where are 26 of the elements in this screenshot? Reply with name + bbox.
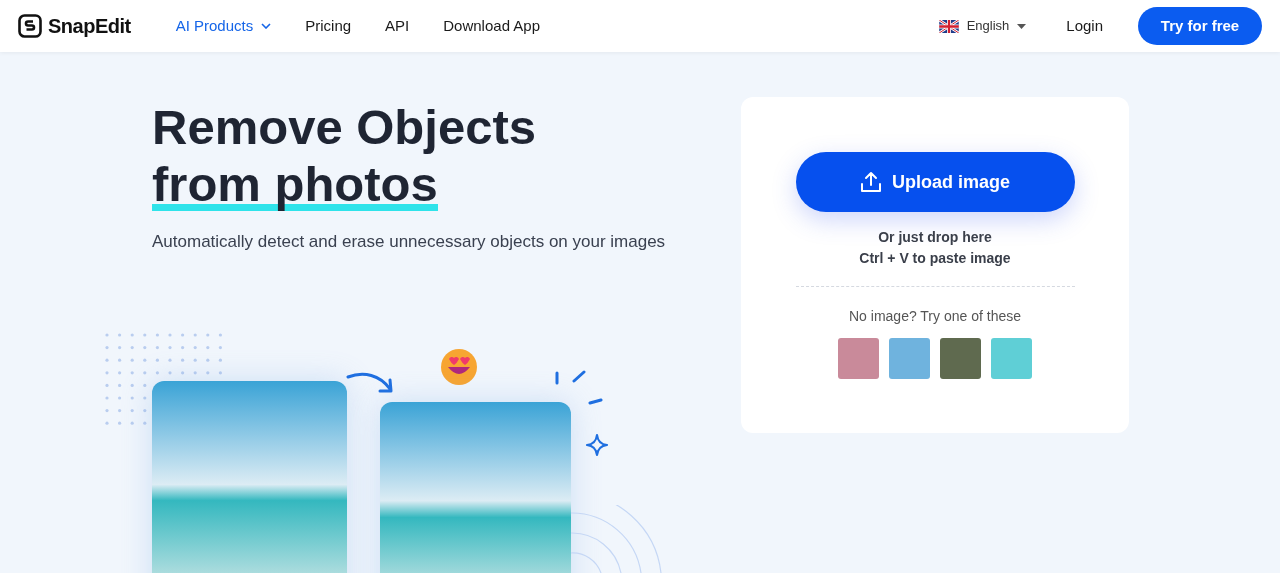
drop-hint: Or just drop here: [878, 228, 992, 247]
sparkle-star-icon: [585, 433, 609, 457]
upload-icon: [860, 171, 882, 193]
samples-label: No image? Try one of these: [849, 307, 1021, 326]
try-for-free-button[interactable]: Try for free: [1138, 7, 1262, 45]
uk-flag-icon: [938, 19, 959, 33]
sample-thumbnail[interactable]: [940, 338, 981, 379]
upload-image-button[interactable]: Upload image: [795, 152, 1075, 212]
sample-thumbnail[interactable]: [991, 338, 1032, 379]
logo-icon: [18, 14, 42, 38]
nav-link[interactable]: AI Products: [175, 14, 272, 38]
logo-text[interactable]: SnapEdit: [48, 11, 131, 41]
nav-link[interactable]: API: [385, 14, 410, 38]
nav-link[interactable]: Download App: [443, 14, 540, 38]
nav-link[interactable]: Pricing: [305, 14, 352, 38]
hero-title: Remove Objects: [152, 99, 536, 156]
login-link[interactable]: Login: [1066, 14, 1103, 38]
hero-subtitle: Automatically detect and erase unnecessary objects on your images: [152, 231, 667, 253]
chevron-down-icon: [261, 23, 272, 29]
caret-icon: [1017, 23, 1027, 29]
language-selector[interactable]: English: [938, 16, 1027, 36]
sample-thumbnail[interactable]: [838, 338, 879, 379]
emoji-icon: [440, 348, 478, 386]
sample-thumbnail[interactable]: [889, 338, 930, 379]
drop-hint: Ctrl + V to paste image: [859, 249, 1011, 268]
sparkle-lines-icon: [554, 370, 604, 406]
